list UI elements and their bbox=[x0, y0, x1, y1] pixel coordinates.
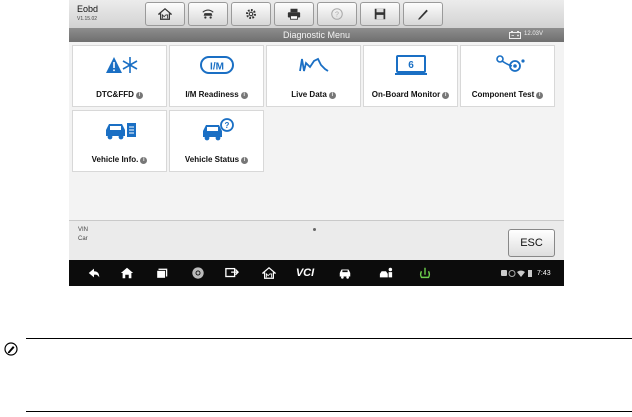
function-label: On-Board Monitor i bbox=[364, 90, 457, 99]
vehicle-info-icon bbox=[106, 123, 136, 140]
function-label: DTC&FFD i bbox=[73, 90, 166, 99]
component-test-tile[interactable]: Component Test i bbox=[460, 45, 555, 107]
dtc-ffd-icon bbox=[106, 57, 138, 73]
function-grid: DTC&FFD i I/M I/M Readiness i Live Data i 6… bbox=[69, 42, 564, 220]
recent-apps-button[interactable] bbox=[149, 260, 175, 286]
component-test-icon bbox=[496, 55, 525, 72]
on-board-monitor-tile[interactable]: 6 On-Board Monitor i bbox=[363, 45, 458, 107]
info-icon[interactable]: i bbox=[536, 92, 544, 99]
maxisys-home-button[interactable] bbox=[256, 260, 282, 286]
chrome-button[interactable] bbox=[185, 260, 211, 286]
app-title: Eobd bbox=[77, 4, 99, 14]
svg-text:?: ? bbox=[335, 12, 339, 19]
info-icon[interactable]: i bbox=[328, 92, 336, 99]
vehicle-swap-button[interactable] bbox=[188, 2, 228, 26]
ecu-button[interactable] bbox=[412, 260, 438, 286]
on-board-monitor-icon: 6 bbox=[395, 55, 427, 75]
vehicle-info-footer: VIN Car ESC bbox=[69, 220, 564, 261]
screen-share-button[interactable] bbox=[219, 260, 245, 286]
svg-text:?: ? bbox=[225, 121, 230, 130]
function-label: Vehicle Status i bbox=[170, 155, 263, 164]
vin-label: VIN bbox=[78, 227, 89, 233]
toolbar-buttons: ? bbox=[145, 2, 446, 26]
dtc-ffd-tile[interactable]: DTC&FFD i bbox=[72, 45, 167, 107]
home-icon bbox=[158, 7, 172, 20]
home-icon bbox=[120, 267, 134, 279]
car-label: Car bbox=[78, 236, 88, 242]
battery-voltage: 12.03V bbox=[524, 31, 544, 37]
settings-button[interactable] bbox=[231, 2, 271, 26]
chrome-icon bbox=[192, 267, 204, 279]
clock: 7:43 bbox=[537, 270, 551, 277]
pen-icon bbox=[418, 9, 428, 20]
esc-button[interactable]: ESC bbox=[508, 229, 555, 257]
edit-button[interactable] bbox=[403, 2, 443, 26]
info-icon[interactable]: i bbox=[135, 92, 143, 99]
vehicle-button[interactable] bbox=[332, 260, 358, 286]
app-version: V1.15.02 bbox=[77, 16, 98, 22]
page-title: Diagnostic Menu bbox=[282, 30, 351, 40]
screen-share-icon bbox=[225, 267, 239, 278]
vehicle-swap-icon bbox=[202, 9, 214, 19]
printer-icon bbox=[287, 8, 301, 20]
car-icon bbox=[339, 269, 351, 279]
car-shop-icon bbox=[379, 267, 393, 278]
function-label: Live Data i bbox=[267, 90, 360, 99]
ecu-icon bbox=[419, 267, 431, 279]
home-button[interactable] bbox=[145, 2, 185, 26]
info-icon[interactable]: i bbox=[442, 92, 450, 99]
nav-home-button[interactable] bbox=[114, 260, 140, 286]
vehicle-info-tile[interactable]: Vehicle Info. i bbox=[72, 110, 167, 172]
function-label: I/M Readiness i bbox=[170, 90, 263, 99]
gear-icon bbox=[246, 9, 256, 19]
live-data-tile[interactable]: Live Data i bbox=[266, 45, 361, 107]
print-button[interactable] bbox=[274, 2, 314, 26]
live-data-icon bbox=[299, 57, 329, 72]
back-button[interactable] bbox=[81, 260, 107, 286]
note-divider-bottom bbox=[26, 411, 632, 412]
top-toolbar: Eobd V1.15.02 ? bbox=[69, 0, 564, 29]
info-icon[interactable]: i bbox=[241, 157, 249, 164]
function-label: Vehicle Info. i bbox=[73, 155, 166, 164]
car-shop-button[interactable] bbox=[371, 260, 401, 286]
im-readiness-tile[interactable]: I/M I/M Readiness i bbox=[169, 45, 264, 107]
menu-title-bar: Diagnostic Menu 12.03V bbox=[69, 28, 564, 42]
note-divider-top bbox=[26, 338, 632, 339]
back-icon bbox=[88, 268, 100, 278]
maxisys-home-icon bbox=[262, 266, 276, 279]
android-nav-bar: VCI 7:43 bbox=[69, 260, 564, 286]
help-button[interactable]: ? bbox=[317, 2, 357, 26]
recent-apps-icon bbox=[156, 268, 168, 279]
device-screen: Eobd V1.15.02 ? Diagnostic Menu 12.03V D… bbox=[69, 0, 564, 286]
info-icon[interactable]: i bbox=[240, 92, 248, 99]
svg-text:I/M: I/M bbox=[210, 62, 224, 73]
page-indicator-dot bbox=[313, 228, 316, 231]
save-icon bbox=[374, 8, 386, 20]
vci-icon: VCI bbox=[295, 267, 315, 279]
battery-icon bbox=[509, 31, 521, 39]
svg-text:6: 6 bbox=[408, 60, 414, 71]
note-pencil-icon bbox=[4, 342, 18, 356]
status-area: 7:43 bbox=[501, 269, 551, 278]
function-label: Component Test i bbox=[461, 90, 554, 99]
help-icon: ? bbox=[331, 8, 343, 20]
save-button[interactable] bbox=[360, 2, 400, 26]
info-icon[interactable]: i bbox=[140, 157, 148, 164]
vehicle-status-tile[interactable]: ? Vehicle Status i bbox=[169, 110, 264, 172]
im-readiness-icon: I/M bbox=[200, 56, 234, 74]
vehicle-status-icon: ? bbox=[203, 118, 234, 141]
notification-icons bbox=[501, 270, 532, 277]
vci-button[interactable]: VCI bbox=[288, 260, 322, 286]
